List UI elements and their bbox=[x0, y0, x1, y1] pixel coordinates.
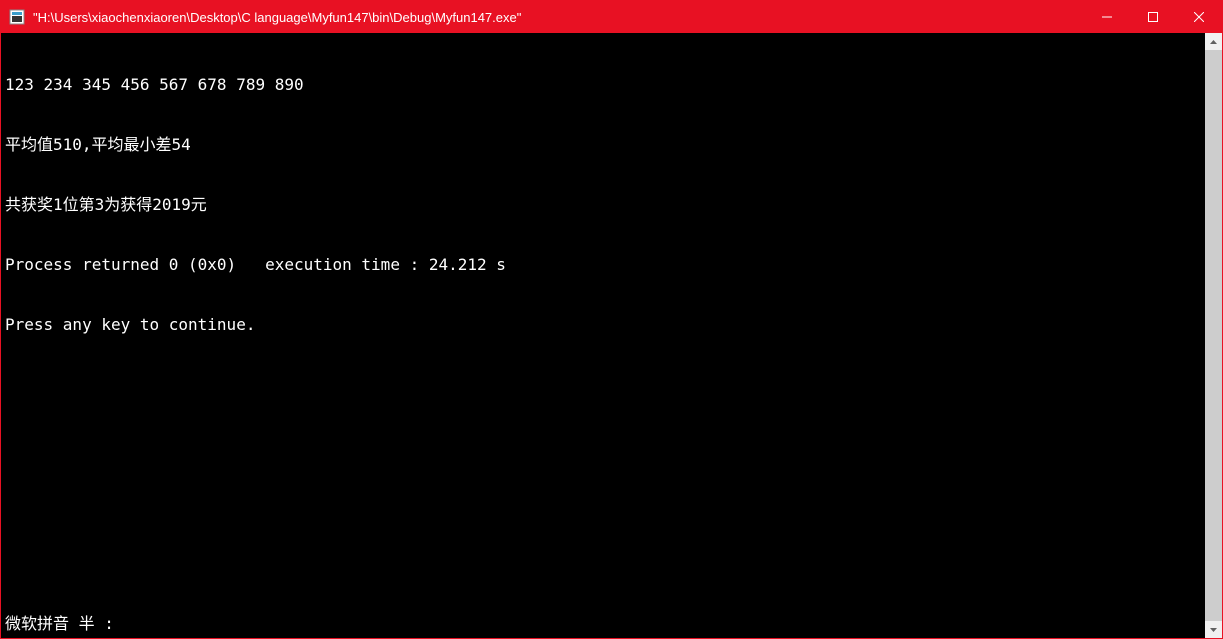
console-body: 123 234 345 456 567 678 789 890 平均值510,平… bbox=[1, 33, 1222, 638]
minimize-icon bbox=[1102, 12, 1112, 22]
close-icon bbox=[1194, 12, 1204, 22]
maximize-button[interactable] bbox=[1130, 1, 1176, 33]
output-line: 共获奖1位第3为获得2019元 bbox=[5, 195, 1205, 215]
output-line: 123 234 345 456 567 678 789 890 bbox=[5, 75, 1205, 95]
titlebar[interactable]: "H:\Users\xiaochenxiaoren\Desktop\C lang… bbox=[1, 1, 1222, 33]
output-line: 平均值510,平均最小差54 bbox=[5, 135, 1205, 155]
scrollbar-down-button[interactable] bbox=[1205, 621, 1222, 638]
scrollbar-track[interactable] bbox=[1205, 50, 1222, 621]
console-window: "H:\Users\xiaochenxiaoren\Desktop\C lang… bbox=[0, 0, 1223, 639]
window-title: "H:\Users\xiaochenxiaoren\Desktop\C lang… bbox=[33, 10, 1084, 25]
scrollbar-up-button[interactable] bbox=[1205, 33, 1222, 50]
console-output: 123 234 345 456 567 678 789 890 平均值510,平… bbox=[5, 35, 1205, 614]
ime-status-bar: 微软拼音 半 : bbox=[5, 614, 1205, 638]
vertical-scrollbar[interactable] bbox=[1205, 33, 1222, 638]
minimize-button[interactable] bbox=[1084, 1, 1130, 33]
output-line: Process returned 0 (0x0) execution time … bbox=[5, 255, 1205, 275]
chevron-up-icon bbox=[1210, 40, 1217, 44]
app-icon bbox=[9, 9, 25, 25]
scrollbar-thumb[interactable] bbox=[1205, 50, 1222, 621]
window-controls bbox=[1084, 1, 1222, 33]
console-content[interactable]: 123 234 345 456 567 678 789 890 平均值510,平… bbox=[1, 33, 1205, 638]
maximize-icon bbox=[1148, 12, 1158, 22]
output-line: Press any key to continue. bbox=[5, 315, 1205, 335]
close-button[interactable] bbox=[1176, 1, 1222, 33]
chevron-down-icon bbox=[1210, 628, 1217, 632]
